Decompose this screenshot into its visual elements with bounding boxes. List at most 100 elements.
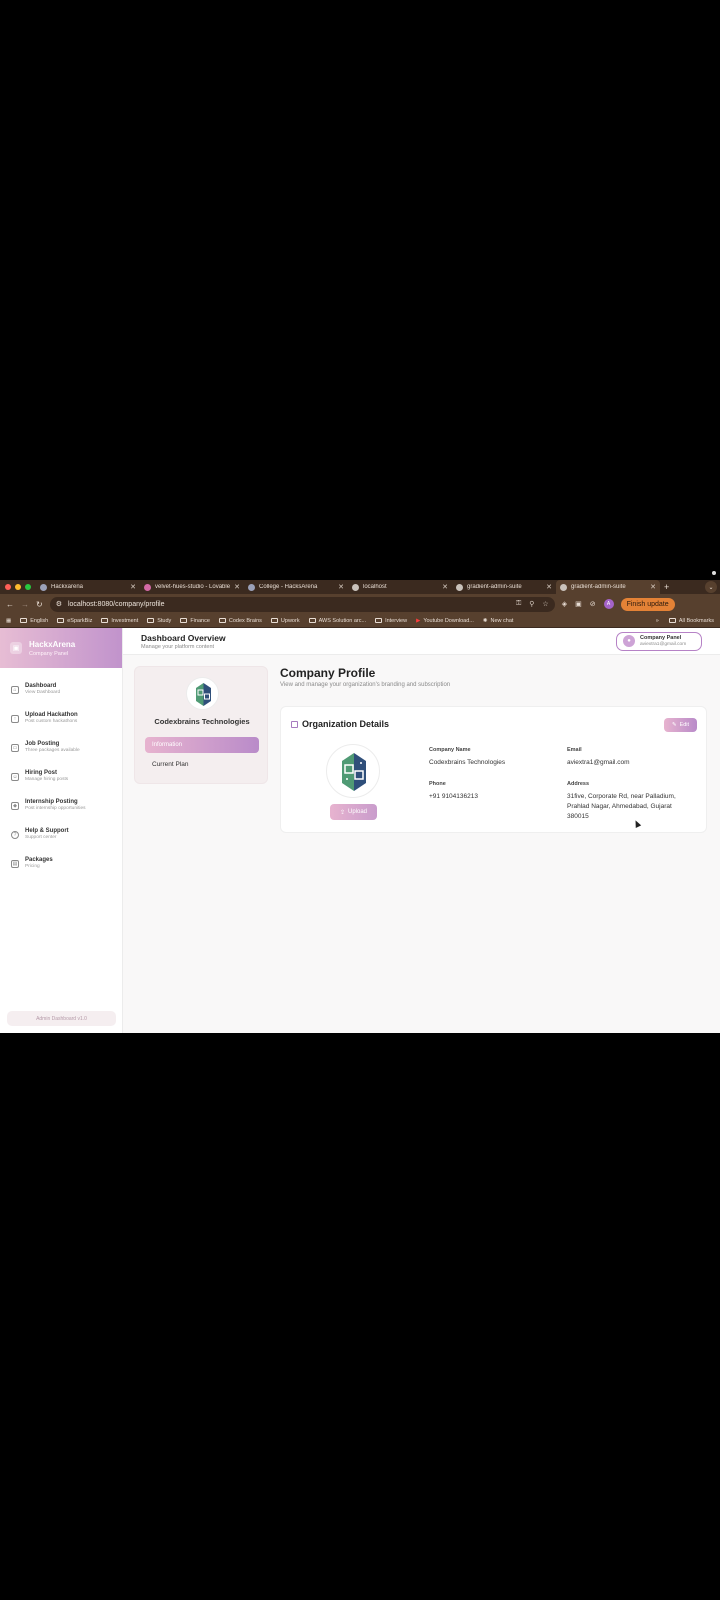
bookmark-folder[interactable]: AWS Solution arc... (308, 617, 367, 624)
briefcase-icon: ▭ (11, 744, 19, 752)
browser-tab[interactable]: gradient-admin-suite ✕ (452, 580, 556, 594)
sidebar-item-internship-posting[interactable]: ◆ Internship Posting Post internship oppo… (0, 794, 122, 823)
account-menu-button[interactable]: ● Company Panel aviextra1@gmail.com (616, 631, 702, 651)
bookmark-folder[interactable]: Finance (180, 618, 210, 624)
field-value: aviextra1@gmail.com (567, 759, 630, 766)
more-bookmarks-button[interactable]: » (656, 618, 659, 624)
finish-update-button[interactable]: Finish update (620, 597, 675, 611)
address-line: 31five, Corporate Rd, near Palladium, (567, 793, 676, 800)
reload-icon[interactable]: ↻ (36, 600, 43, 609)
tab-search-icon[interactable]: ⌄ (705, 581, 717, 593)
sidebar-item-sub: Manage hiring posts (25, 777, 69, 782)
bookmark-folder[interactable]: English (20, 618, 48, 624)
folder-icon (375, 618, 383, 623)
sidebar: ▣ HackxArena Company Panel ⌂ Dashboard Vi… (0, 628, 123, 1033)
tab-information[interactable]: Information (145, 737, 259, 753)
close-tab-icon[interactable]: ✕ (546, 583, 552, 591)
bookmark-folder[interactable]: Study (147, 618, 171, 624)
folder-icon (180, 618, 188, 623)
close-tab-icon[interactable]: ✕ (234, 583, 240, 591)
bookmark-label: eSparkBiz (67, 617, 93, 624)
page-title: Company Profile (280, 666, 376, 680)
browser-toolbar: ← → ↻ ⚙ localhost:8080/company/profile ⚿… (0, 594, 720, 614)
browser-tab-active[interactable]: gradient-admin-suite ✕ (556, 580, 660, 594)
bookmark-link[interactable]: ▶ Youtube Download... (416, 618, 474, 624)
url-text[interactable]: localhost:8080/company/profile (68, 601, 510, 608)
back-icon[interactable]: ← (6, 600, 14, 609)
close-tab-icon[interactable]: ✕ (130, 583, 136, 591)
browser-tab[interactable]: velvet-hues-studio - Lovable ✕ (140, 580, 244, 594)
minimize-window-button[interactable] (15, 584, 21, 590)
bookmark-folder[interactable]: Investment (101, 618, 138, 624)
browser-tab[interactable]: Hackxarena ✕ (36, 580, 140, 594)
company-logo-large-icon (326, 744, 380, 798)
password-key-icon[interactable]: ⚿ (516, 600, 521, 608)
sidebar-item-sub: Pricing (25, 864, 40, 869)
close-tab-icon[interactable]: ✕ (442, 583, 448, 591)
company-name-heading: Codexbrains Technologies (154, 717, 250, 726)
browser-window: Hackxarena ✕ velvet-hues-studio - Lovabl… (0, 580, 720, 1033)
bookmark-folder[interactable]: Codex Brains (218, 617, 262, 624)
folder-icon (57, 618, 65, 623)
youtube-icon: ▶ (416, 617, 421, 624)
extensions-puzzle-icon[interactable]: ▣ (575, 600, 582, 608)
sidebar-item-job-posting[interactable]: ▭ Job Posting Three packages available (0, 736, 122, 765)
sidebar-item-upload-hackathon[interactable]: ↑ Upload Hackathon Post custom hackathons (0, 707, 122, 736)
field-value: Codexbrains Technologies (429, 759, 506, 766)
bookmark-label: New chat (490, 617, 514, 624)
sidebar-item-dashboard[interactable]: ⌂ Dashboard View Dashboard (0, 678, 122, 707)
browser-tab[interactable]: localhost ✕ (348, 580, 452, 594)
sidebar-item-label: Dashboard (25, 683, 57, 689)
upload-button-label: Upload (348, 809, 368, 815)
field-label: Phone (429, 781, 446, 787)
apps-grid-icon[interactable]: ▦ (6, 618, 11, 624)
building-icon (291, 720, 298, 728)
sidebar-item-sub: Post custom hackathons (25, 719, 78, 724)
bookmark-label: Codex Brains (228, 617, 262, 624)
profile-avatar[interactable]: A (603, 599, 614, 609)
browser-tab[interactable]: College - HacksArena ✕ (244, 580, 348, 594)
bookmark-folder[interactable]: Interview (375, 618, 407, 624)
all-bookmarks-folder[interactable]: All Bookmarks (668, 618, 714, 624)
window-controls (0, 584, 36, 590)
tab-label: Hackxarena (51, 584, 84, 590)
edit-button[interactable]: ✎ Edit (664, 718, 697, 732)
sidebar-nav: ⌂ Dashboard View Dashboard ↑ Upload Hacka… (0, 668, 122, 881)
bookmark-star-icon[interactable]: ☆ (542, 600, 548, 608)
org-card-title: Organization Details (302, 719, 390, 729)
close-window-button[interactable] (5, 584, 11, 590)
sidebar-item-hiring-post[interactable]: ☺ Hiring Post Manage hiring posts (0, 765, 122, 794)
site-info-icon[interactable]: ⚙ (56, 600, 62, 608)
zoom-icon[interactable]: ⚲ (529, 600, 534, 608)
globe-icon (456, 583, 463, 591)
extension-icon[interactable]: ◈ (562, 600, 567, 608)
tab-current-plan[interactable]: Current Plan (152, 761, 189, 768)
sidebar-item-help-support[interactable]: ? Help & Support Support center (0, 823, 122, 852)
globe-icon (352, 583, 359, 591)
sidebar-item-packages[interactable]: ▤ Packages Pricing (0, 852, 122, 881)
forward-icon[interactable]: → (21, 600, 29, 609)
sync-icon[interactable]: ⊘ (590, 600, 596, 608)
account-email: aviextra1@gmail.com (640, 642, 687, 647)
company-logo-icon (186, 677, 219, 710)
bookmark-label: Study (157, 617, 172, 624)
address-bar[interactable]: ⚙ localhost:8080/company/profile ⚿ ⚲ ☆ (49, 596, 555, 612)
graduation-cap-icon: ◆ (11, 802, 19, 810)
bookmark-link[interactable]: ✺ New chat (483, 618, 514, 624)
brand-name: HackxArena (29, 639, 76, 649)
tab-favicon-icon (144, 583, 151, 591)
bookmark-label: AWS Solution arc... (318, 617, 367, 624)
bookmark-label: Interview (385, 617, 408, 624)
bookmark-folder[interactable]: eSparkBiz (57, 618, 92, 624)
new-tab-button[interactable]: + (664, 582, 669, 592)
close-tab-icon[interactable]: ✕ (650, 583, 656, 591)
field-label: Company Name (429, 747, 471, 753)
organization-details-card: Organization Details ✎ Edit ⇪ Upload Com… (280, 706, 707, 833)
bookmark-folder[interactable]: Upwork (270, 618, 300, 624)
profile-nav-card: Codexbrains Technologies Information Cur… (134, 666, 268, 784)
upload-logo-button[interactable]: ⇪ Upload (330, 804, 377, 820)
maximize-window-button[interactable] (25, 584, 31, 590)
company-name-field: Company Name Codexbrains Technologies (429, 747, 505, 768)
bookmarks-bar: ▦ English eSparkBiz Investment Study Fin… (0, 614, 720, 628)
close-tab-icon[interactable]: ✕ (338, 583, 344, 591)
